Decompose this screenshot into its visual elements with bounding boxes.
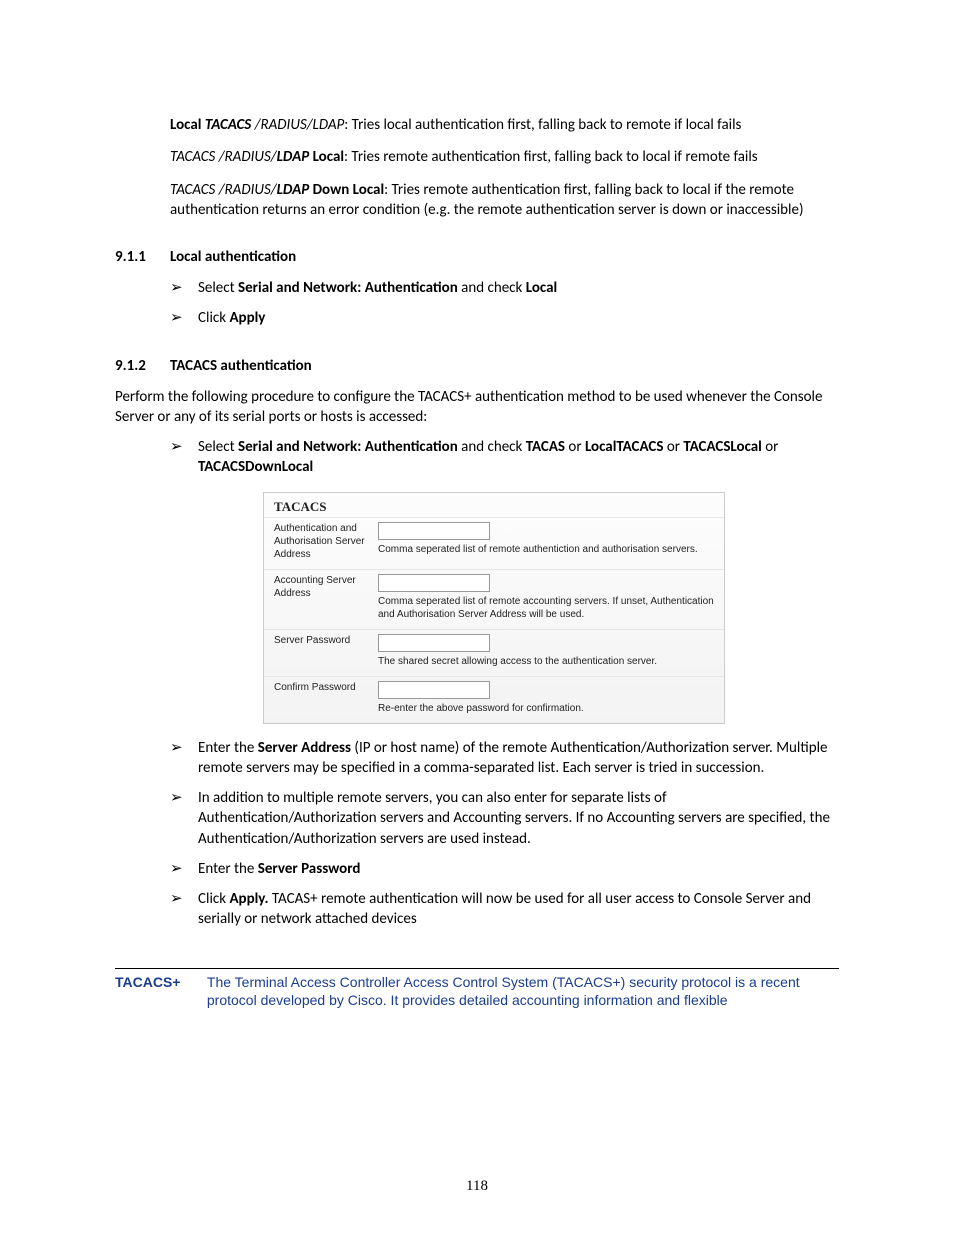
text: Apply — [229, 309, 265, 327]
heading-title: TACACS authentication — [170, 357, 312, 375]
tacacs-note: TACACS+ The Terminal Access Controller A… — [115, 973, 839, 1011]
steps-911: Select Serial and Network: Authenticatio… — [170, 278, 839, 329]
step: Enter the Server Address (IP or host nam… — [170, 738, 839, 779]
field-label: Confirm Password — [274, 681, 378, 715]
text: or — [663, 438, 683, 456]
row-server-password: Server Password The shared secret allowi… — [264, 629, 724, 676]
text: LDAP — [277, 181, 310, 199]
steps-912a: Select Serial and Network: Authenticatio… — [170, 437, 839, 478]
step: Click Apply. TACAS+ remote authenticatio… — [170, 889, 839, 930]
text: Local — [170, 116, 205, 134]
text: Local — [309, 148, 344, 166]
text: or — [565, 438, 585, 456]
tacacs-config-panel: TACACS Authentication and Authorisation … — [263, 492, 725, 724]
note-term: TACACS+ — [115, 973, 203, 992]
field-area: Re-enter the above password for confirma… — [378, 681, 714, 715]
server-password-input[interactable] — [378, 634, 490, 652]
help-text: The shared secret allowing access to the… — [378, 655, 714, 668]
note-body: The Terminal Access Controller Access Co… — [207, 973, 827, 1011]
help-text: Comma seperated list of remote accountin… — [378, 595, 714, 621]
steps-912b: Enter the Server Address (IP or host nam… — [170, 738, 839, 930]
text: or — [762, 438, 779, 456]
text: and check — [458, 438, 526, 456]
text: Down Local — [309, 181, 384, 199]
text: : Tries remote authentication first, fal… — [344, 148, 758, 166]
row-accounting-server: Accounting Server Address Comma seperate… — [264, 569, 724, 629]
text: Local — [526, 279, 557, 297]
paragraph-remote-local: TACACS /RADIUS/LDAP Local: Tries remote … — [170, 147, 839, 167]
accounting-server-input[interactable] — [378, 574, 490, 592]
text: LocalTACACS — [585, 438, 664, 456]
text: and check — [458, 279, 526, 297]
divider — [115, 968, 839, 969]
heading-number: 9.1.1 — [115, 248, 170, 266]
text: Click — [198, 309, 229, 327]
text: : Tries local authentication first, fall… — [344, 116, 741, 134]
paragraph-local-first: Local TACACS /RADIUS/LDAP: Tries local a… — [170, 115, 839, 135]
field-area: The shared secret allowing access to the… — [378, 634, 714, 668]
text: TACACS — [205, 116, 255, 134]
row-confirm-password: Confirm Password Re-enter the above pass… — [264, 676, 724, 723]
step: In addition to multiple remote servers, … — [170, 788, 839, 849]
help-text: Re-enter the above password for confirma… — [378, 702, 714, 715]
row-auth-server: Authentication and Authorisation Server … — [264, 517, 724, 569]
text: Click — [198, 890, 229, 908]
text: Apply. — [229, 890, 268, 908]
page-number: 118 — [0, 1178, 954, 1195]
text: /RADIUS/LDAP — [255, 116, 345, 134]
text: TACACSDownLocal — [198, 458, 313, 476]
auth-server-input[interactable] — [378, 522, 490, 540]
field-label: Server Password — [274, 634, 378, 668]
text: Enter the — [198, 860, 258, 878]
text: LDAP — [277, 148, 310, 166]
text: TACAS+ remote authentication will now be… — [198, 890, 811, 928]
field-area: Comma seperated list of remote accountin… — [378, 574, 714, 621]
text: TACAS — [526, 438, 565, 456]
text: TACACSLocal — [683, 438, 762, 456]
heading-911: 9.1.1Local authentication — [115, 248, 839, 266]
step: Select Serial and Network: Authenticatio… — [170, 278, 839, 298]
text: Serial and Network: Authentication — [238, 438, 458, 456]
text: TACACS /RADIUS/ — [170, 181, 277, 199]
text: Enter the — [198, 739, 258, 757]
field-area: Comma seperated list of remote authentic… — [378, 522, 714, 561]
step: Enter the Server Password — [170, 859, 839, 879]
text: TACACS /RADIUS/ — [170, 148, 277, 166]
heading-number: 9.1.2 — [115, 357, 170, 375]
panel-title: TACACS — [264, 493, 724, 517]
step: Click Apply — [170, 308, 839, 328]
text: Server Address — [258, 739, 351, 757]
text: Server Password — [258, 860, 361, 878]
text: Select — [198, 279, 238, 297]
field-label: Authentication and Authorisation Server … — [274, 522, 378, 561]
help-text: Comma seperated list of remote authentic… — [378, 543, 714, 556]
paragraph-down-local: TACACS /RADIUS/LDAP Down Local: Tries re… — [170, 180, 839, 221]
paragraph-912-intro: Perform the following procedure to confi… — [115, 387, 839, 428]
confirm-password-input[interactable] — [378, 681, 490, 699]
text: Select — [198, 438, 238, 456]
heading-title: Local authentication — [170, 248, 296, 266]
heading-912: 9.1.2TACACS authentication — [115, 357, 839, 375]
field-label: Accounting Server Address — [274, 574, 378, 621]
document-page: Local TACACS /RADIUS/LDAP: Tries local a… — [0, 0, 954, 1235]
step: Select Serial and Network: Authenticatio… — [170, 437, 839, 478]
text: Serial and Network: Authentication — [238, 279, 458, 297]
